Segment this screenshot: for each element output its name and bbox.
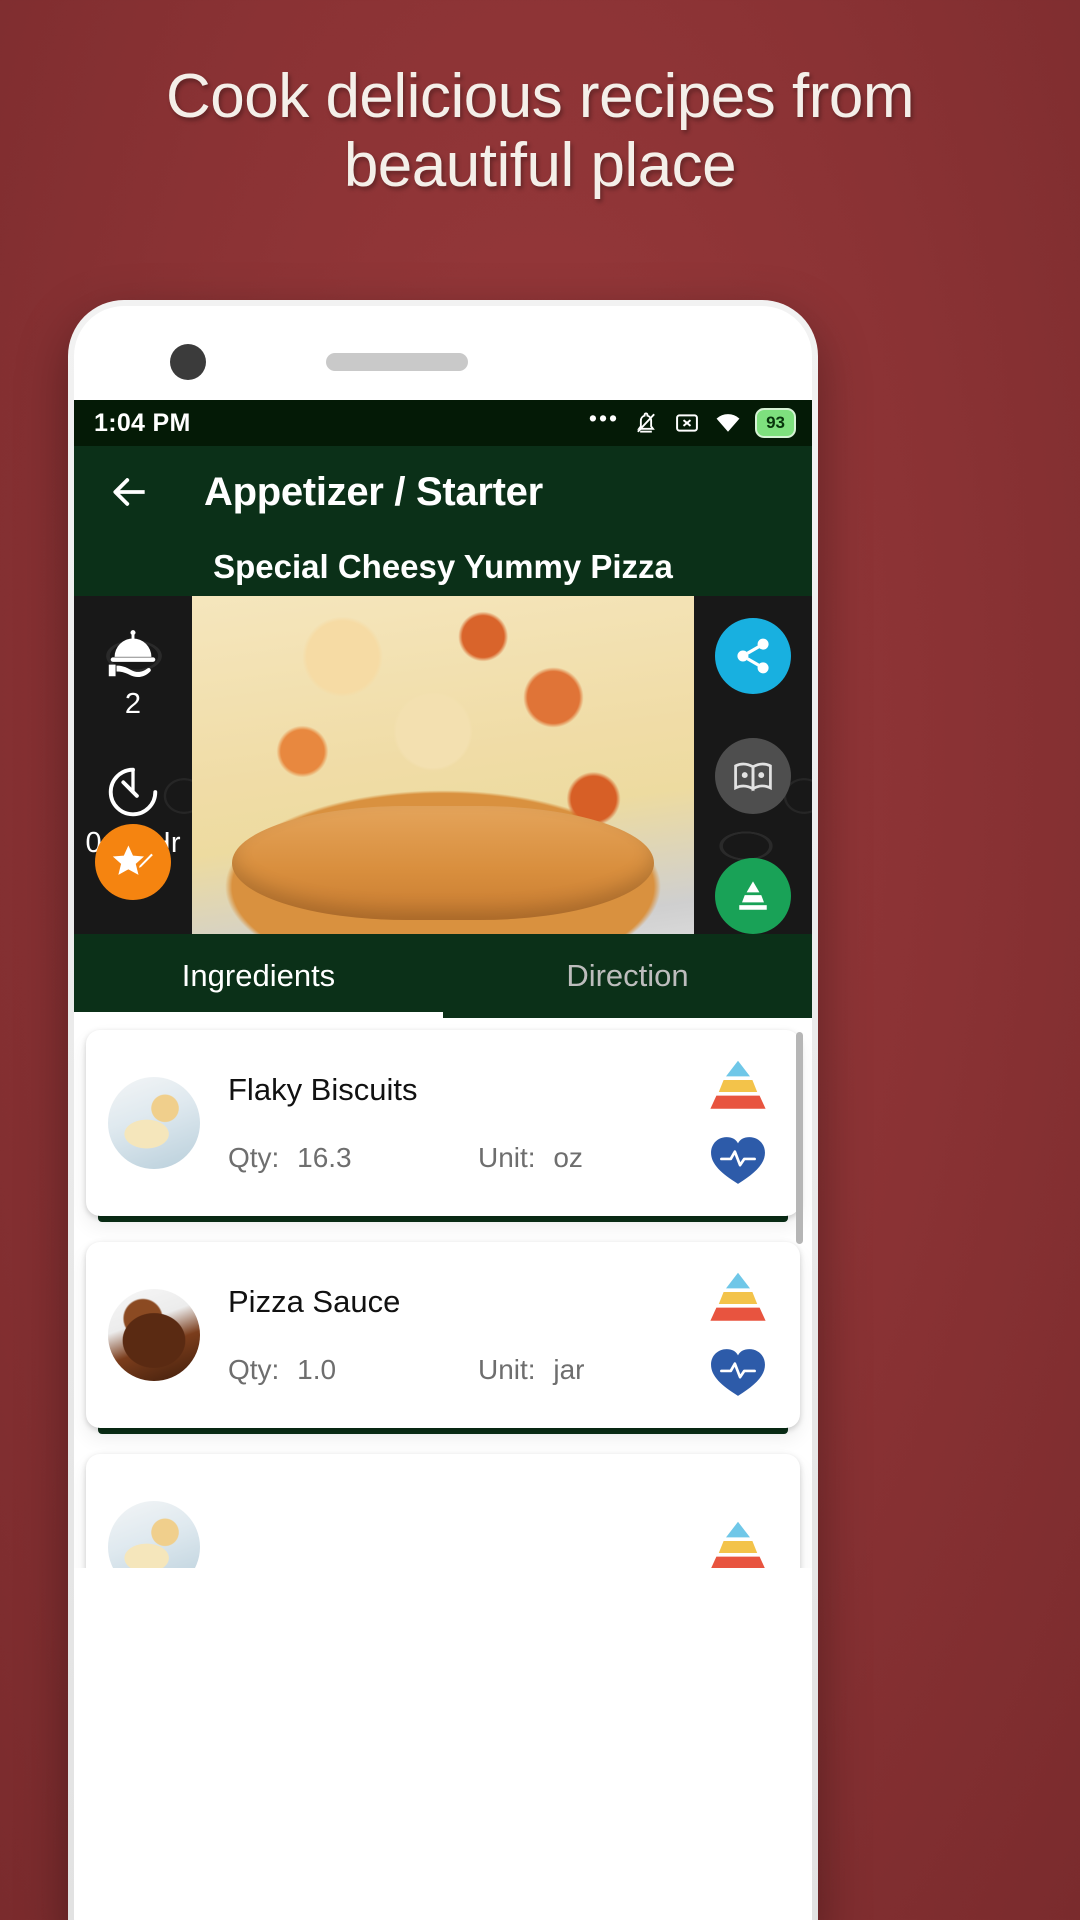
unit-label: Unit: [478,1142,536,1173]
food-pyramid-icon[interactable] [702,1519,774,1568]
share-button[interactable] [715,618,791,694]
ingredient-name: Flaky Biscuits [228,1072,418,1107]
open-book-icon [734,762,772,792]
servings-value: 2 [124,688,142,720]
qty-label: Qty: [228,1354,280,1385]
ingredient-details: Pizza Sauce Qty: 1.0 Unit: jar [228,1284,692,1386]
share-icon [737,638,769,674]
app-bar: Appetizer / Starter [74,446,812,538]
list-item[interactable]: Flaky Biscuits Qty: 16.3 Unit: oz [74,1030,812,1222]
list-scrollbar[interactable] [796,1032,803,1244]
food-pyramid-icon[interactable] [702,1058,774,1114]
tab-ingredients-label: Ingredients [181,958,336,993]
status-bar: 1:04 PM ••• 93 [74,400,812,446]
tab-direction[interactable]: Direction [443,934,812,1018]
recipe-photo [192,596,694,934]
ingredient-action-icons [692,1058,784,1188]
recipe-meta-column: 2 0:20 Hr [74,596,192,934]
recipe-title: Special Cheesy Yummy Pizza [213,548,673,585]
favorite-edit-button[interactable] [95,824,171,900]
page-title: Appetizer / Starter [204,469,543,514]
ingredient-name: Pizza Sauce [228,1284,401,1319]
wifi-icon [716,414,740,432]
ingredient-thumbnail [108,1077,200,1169]
ingredient-details: Flaky Biscuits Qty: 16.3 Unit: oz [228,1072,692,1174]
status-time: 1:04 PM [94,408,191,437]
ingredient-qty: Qty: 1.0 [228,1354,478,1386]
ingredient-action-icons [692,1270,784,1400]
status-icons: ••• 93 [588,404,796,438]
food-pyramid-icon [739,881,767,910]
read-mode-button[interactable] [715,738,791,814]
unit-label: Unit: [478,1354,536,1385]
ingredient-details [228,1530,692,1564]
qty-value: 16.3 [297,1142,352,1173]
heart-muscle-icon[interactable] [702,1132,774,1188]
ingredient-thumbnail [108,1501,200,1568]
battery-indicator: 93 [755,408,796,438]
ingredient-action-icons [692,1519,784,1568]
ingredient-card[interactable] [86,1454,800,1568]
phone-mockup: 1:04 PM ••• 93 Appetizer / Starter Speci… [68,300,818,1920]
unit-value: oz [553,1142,583,1173]
ingredient-card[interactable]: Flaky Biscuits Qty: 16.3 Unit: oz [86,1030,800,1216]
app-screen: 1:04 PM ••• 93 Appetizer / Starter Speci… [74,400,812,1920]
timer-icon [108,767,158,817]
food-pyramid-icon[interactable] [702,1270,774,1326]
ingredient-unit: Unit: oz [478,1142,583,1174]
servings-info: 2 [102,622,164,721]
recipe-hero: 2 0:20 Hr [74,596,812,934]
ingredient-qty: Qty: 16.3 [228,1142,478,1174]
recipe-actions-column [694,596,812,934]
heart-muscle-icon[interactable] [702,1344,774,1400]
phone-screen-bezel: 1:04 PM ••• 93 Appetizer / Starter Speci… [74,306,812,1920]
more-dots-icon: ••• [588,404,620,431]
content-tabs: Ingredients Direction [74,934,812,1018]
serving-tray-icon [108,630,156,678]
front-camera-icon [170,344,206,380]
list-item[interactable]: Pizza Sauce Qty: 1.0 Unit: jar [74,1242,812,1434]
tab-direction-label: Direction [566,958,689,993]
tab-ingredients[interactable]: Ingredients [74,934,443,1018]
x-box-icon [676,414,698,432]
qty-value: 1.0 [297,1354,337,1385]
back-arrow-icon[interactable] [108,470,152,514]
qty-label: Qty: [228,1142,280,1173]
promo-headline: Cook delicious recipes from beautiful pl… [165,62,915,201]
food-pyramid-button[interactable] [715,858,791,934]
list-item[interactable] [74,1454,812,1568]
ingredient-thumbnail [108,1289,200,1381]
ingredient-meta: Qty: 16.3 Unit: oz [228,1142,692,1174]
recipe-title-bar: Special Cheesy Yummy Pizza [74,538,812,596]
bell-muted-icon [637,412,655,433]
star-edit-icon [112,845,155,875]
unit-value: jar [553,1354,585,1385]
ingredient-unit: Unit: jar [478,1354,584,1386]
ingredient-card[interactable]: Pizza Sauce Qty: 1.0 Unit: jar [86,1242,800,1428]
earpiece-speaker [326,353,468,371]
ingredients-list[interactable]: Flaky Biscuits Qty: 16.3 Unit: oz Pizza … [74,1018,812,1568]
ingredient-meta: Qty: 1.0 Unit: jar [228,1354,692,1386]
